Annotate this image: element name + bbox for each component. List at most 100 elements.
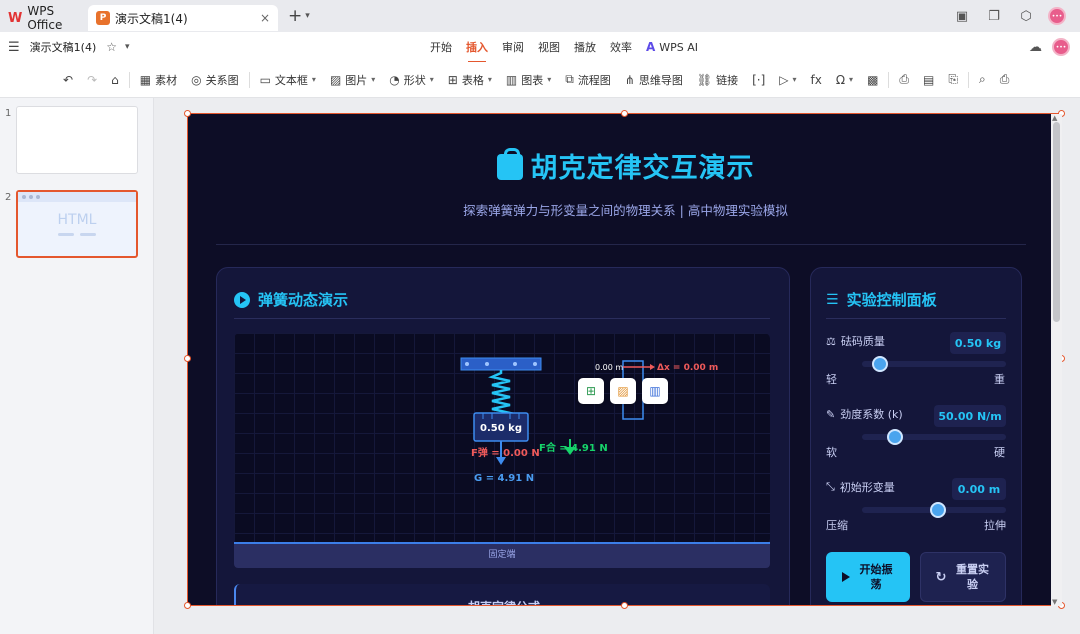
tab-review[interactable]: 审阅 bbox=[502, 39, 524, 55]
stiffness-slider-knob[interactable] bbox=[886, 429, 903, 445]
search-button[interactable]: ⌕ bbox=[972, 67, 993, 93]
resize-handle[interactable] bbox=[621, 110, 628, 117]
table-icon: ⊞ bbox=[585, 384, 597, 398]
slide-thumbnail-2[interactable]: HTML bbox=[16, 190, 138, 258]
tab-document-label: 演示文稿1(4) bbox=[115, 11, 188, 26]
window-icon[interactable]: ❐ bbox=[984, 6, 1004, 26]
insert-chart-button[interactable]: ▥ bbox=[642, 378, 668, 404]
resize-handle[interactable] bbox=[184, 110, 191, 117]
spring-coil bbox=[488, 370, 514, 419]
menu-bar: ☰ 演示文稿1(4) ☆ ▾ 开始 插入 审阅 视图 播放 效率 A WPS A… bbox=[0, 32, 1080, 63]
compress-icon: ⤡ bbox=[826, 480, 835, 493]
star-icon[interactable]: ☆ bbox=[106, 40, 117, 54]
format-painter-button[interactable]: ⌂ bbox=[104, 67, 126, 93]
chevron-down-icon[interactable]: ▾ bbox=[305, 11, 310, 21]
insert-table-button[interactable]: ⊞ bbox=[578, 378, 604, 404]
thumb-lines bbox=[18, 233, 136, 236]
symbol-button[interactable]: Ω ▾ bbox=[829, 67, 860, 93]
fixed-end: 固定端 bbox=[234, 542, 770, 568]
shape-button[interactable]: ◔ 形状 ▾ bbox=[382, 67, 441, 93]
tab-start[interactable]: 开始 bbox=[430, 39, 452, 55]
close-tab-icon[interactable]: × bbox=[260, 11, 270, 25]
file-name[interactable]: 演示文稿1(4) bbox=[30, 39, 97, 55]
slide-thumbnail-1[interactable] bbox=[16, 106, 138, 174]
slide-number: 1 bbox=[5, 108, 12, 119]
slide[interactable]: 胡克定律交互演示 探索弹簧弹力与形变量之间的物理关系 | 高中物理实验模拟 弹簧… bbox=[187, 113, 1062, 606]
resize-handle[interactable] bbox=[184, 355, 191, 362]
net-force-label: F合 = 4.91 N bbox=[539, 441, 608, 454]
deform-control-label: ⤡ 初始形变量 bbox=[826, 479, 895, 495]
field-button[interactable]: [·] bbox=[745, 67, 772, 93]
slide-title: 胡克定律交互演示 bbox=[188, 146, 1061, 185]
chevron-down-icon[interactable]: ▾ bbox=[125, 42, 130, 52]
picture-label: 图片 bbox=[345, 73, 368, 87]
redo-button[interactable]: ↷ bbox=[80, 67, 104, 93]
relation-diagram-button[interactable]: ◎ 关系图 bbox=[184, 67, 245, 93]
cube-icon[interactable]: ⬡ bbox=[1016, 6, 1036, 26]
qrcode-button[interactable]: ▩ bbox=[860, 67, 885, 93]
textbox-icon: ▭ bbox=[259, 72, 271, 87]
tab-efficiency[interactable]: 效率 bbox=[610, 39, 632, 55]
cloud-icon[interactable]: ☁ bbox=[1029, 40, 1042, 55]
mindmap-label: 思维导图 bbox=[638, 73, 683, 87]
thumb-window-bar bbox=[18, 192, 136, 202]
control-panel-title: ☰ 实验控制面板 bbox=[826, 289, 937, 310]
stiffness-max-label: 硬 bbox=[994, 446, 1005, 459]
presentation-icon: P bbox=[96, 11, 110, 25]
table-button[interactable]: ⊞ 表格 ▾ bbox=[441, 67, 499, 93]
tab-wps-office[interactable]: W WPS Office bbox=[0, 4, 88, 32]
tab-document[interactable]: P 演示文稿1(4) × bbox=[88, 5, 278, 31]
menu-icon[interactable]: ☰ bbox=[8, 40, 20, 55]
material-button[interactable]: ▦ 素材 bbox=[133, 67, 184, 93]
screenshot-icon[interactable]: ▣ bbox=[952, 6, 972, 26]
omega-icon: Ω bbox=[835, 72, 846, 87]
formula-button[interactable]: fx bbox=[804, 67, 829, 93]
avatar[interactable]: ••• bbox=[1052, 38, 1070, 56]
textbox-button[interactable]: ▭ 文本框 ▾ bbox=[253, 67, 323, 93]
start-oscillation-button[interactable]: 开始振荡 bbox=[826, 552, 910, 602]
tab-view[interactable]: 视图 bbox=[538, 39, 560, 55]
scroll-down-icon[interactable]: ▼ bbox=[1052, 598, 1057, 606]
table-icon: ⊞ bbox=[447, 72, 458, 87]
wps-logo-icon: W bbox=[8, 10, 23, 26]
undo-button[interactable]: ↶ bbox=[56, 67, 80, 93]
chevron-down-icon: ▾ bbox=[547, 75, 552, 84]
scrollbar-thumb[interactable] bbox=[1053, 122, 1060, 322]
slide-number-icon: ▤ bbox=[923, 72, 935, 87]
media-button[interactable]: ▷ ▾ bbox=[772, 67, 803, 93]
new-tab-button[interactable]: + bbox=[288, 6, 302, 26]
mindmap-button[interactable]: ⋔ 思维导图 bbox=[618, 67, 690, 93]
mass-min-label: 轻 bbox=[826, 373, 837, 386]
resize-handle[interactable] bbox=[184, 602, 191, 609]
link-button[interactable]: ⛓ 链接 bbox=[690, 67, 745, 93]
slide-number-button[interactable]: ▤ bbox=[916, 67, 941, 93]
stiffness-control-text: 劲度系数 (k) bbox=[840, 408, 903, 421]
deform-max-label: 拉伸 bbox=[984, 519, 1006, 532]
image-icon: ▨ bbox=[617, 384, 629, 398]
print-button[interactable]: ⎙ bbox=[993, 67, 1017, 93]
picture-button[interactable]: ▨ 图片 ▾ bbox=[323, 67, 382, 93]
tab-play[interactable]: 播放 bbox=[574, 39, 596, 55]
chart-button[interactable]: ▥ 图表 ▾ bbox=[499, 67, 558, 93]
slide-scrollbar[interactable]: ▲ ▼ bbox=[1051, 114, 1062, 606]
flowchart-button[interactable]: ⧉ 流程图 bbox=[558, 67, 618, 93]
header-button[interactable]: ⎙ bbox=[892, 67, 916, 93]
reset-experiment-button[interactable]: ↻ 重置实验 bbox=[920, 552, 1006, 602]
tab-insert[interactable]: 插入 bbox=[466, 39, 488, 63]
floating-insert-bar: ⊞ ▨ ▥ bbox=[578, 378, 668, 404]
mass-control-label: ⚖ 砝码质量 bbox=[826, 333, 885, 349]
resize-handle[interactable] bbox=[621, 602, 628, 609]
deform-slider-knob[interactable] bbox=[930, 502, 946, 518]
attachment-icon: ⎘ bbox=[948, 72, 958, 86]
spring-force-label: F弹 = 0.00 N bbox=[471, 446, 540, 459]
scroll-up-icon[interactable]: ▲ bbox=[1052, 114, 1057, 122]
avatar[interactable]: ••• bbox=[1048, 7, 1066, 25]
attachment-button[interactable]: ⎘ bbox=[941, 67, 965, 93]
tab-wps-ai[interactable]: A WPS AI bbox=[646, 40, 698, 54]
divider bbox=[128, 71, 130, 88]
reset-button-label: 重置实验 bbox=[955, 563, 989, 591]
insert-image-button[interactable]: ▨ bbox=[610, 378, 636, 404]
stiffness-slider[interactable] bbox=[862, 434, 1006, 440]
chart-icon: ▥ bbox=[505, 72, 518, 87]
textbox-label: 文本框 bbox=[274, 73, 308, 87]
